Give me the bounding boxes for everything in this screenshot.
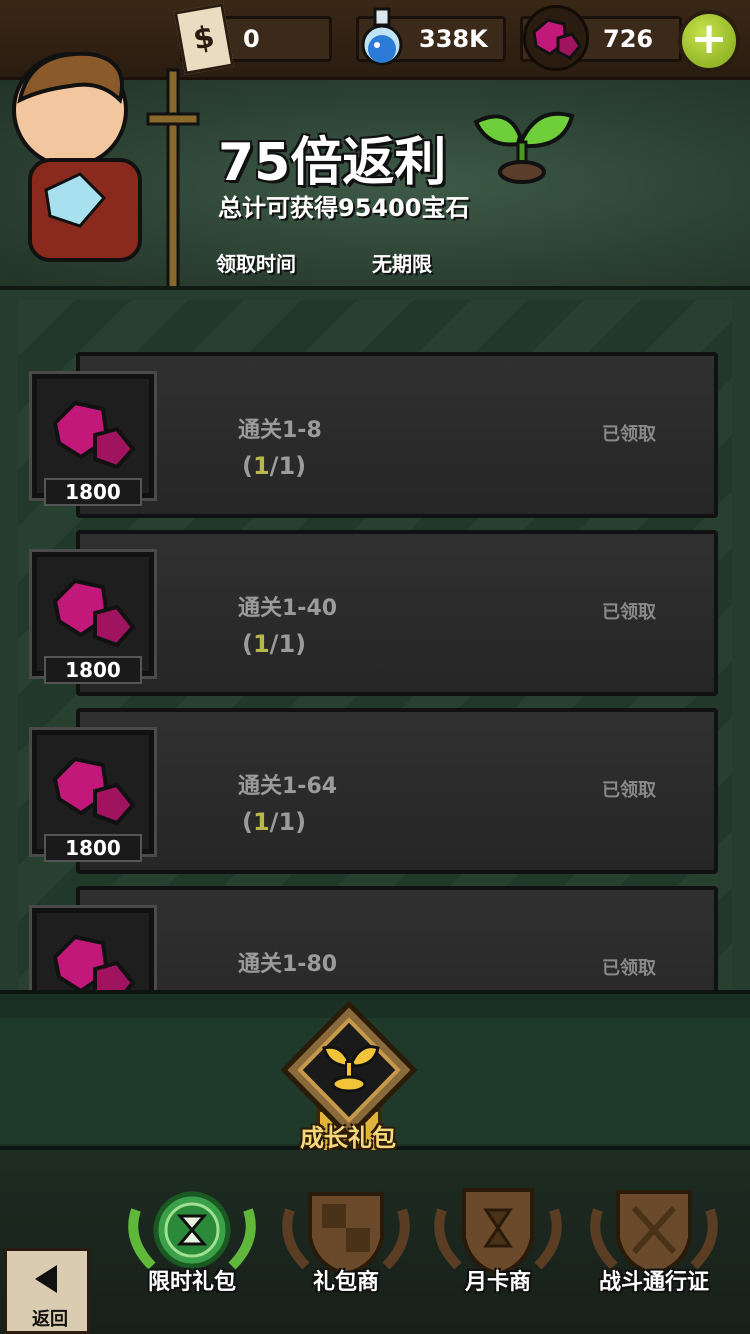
reward-progress: (1/1) (242, 630, 307, 658)
back-arrow-icon (35, 1265, 57, 1293)
potion-counter: 338K (356, 7, 506, 66)
reward-row: 通关1-80 已领取 (0, 886, 750, 996)
nav-pack-shop-label: 礼包商 (312, 1270, 379, 1295)
nav-monthly-card[interactable]: 月卡商 (428, 1180, 568, 1320)
reward-condition: 通关1-8 (238, 418, 322, 443)
add-currency-button[interactable]: + (678, 10, 740, 72)
gem-count: 726 (603, 25, 654, 53)
claim-time-value: 无期限 (372, 252, 432, 276)
reward-amount: 1800 (44, 834, 142, 862)
reward-progress: (1/1) (242, 452, 307, 480)
reward-row: 1800 通关1-40 (1/1) 已领取 (0, 530, 750, 702)
claimed-status: 已领取 (602, 424, 656, 445)
nav-monthly-label: 月卡商 (464, 1270, 531, 1295)
reward-progress: (1/1) (242, 808, 307, 836)
back-label: 返回 (32, 1309, 68, 1330)
gem-counter: 726 (520, 5, 682, 71)
nav-limited-pack[interactable]: 限时礼包 (122, 1180, 262, 1320)
nav-pack-shop[interactable]: 礼包商 (276, 1180, 416, 1320)
hero-character-image (12, 51, 200, 290)
claim-time-label: 领取时间 (216, 252, 296, 276)
gem-icon (523, 5, 589, 71)
back-button[interactable]: 返回 (4, 1248, 90, 1334)
reward-amount: 1800 (44, 656, 142, 684)
total-reward-text: 总计可获得95400宝石 (218, 194, 470, 222)
reward-row: 1800 通关1-8 (1/1) 已领取 (0, 352, 750, 524)
reward-list-panel[interactable]: 1800 通关1-8 (1/1) 已领取 1800 通关1-40 (1/1) 已… (0, 286, 750, 996)
nav-limited-label: 限时礼包 (147, 1270, 236, 1295)
reward-condition: 通关1-64 (238, 774, 338, 799)
reward-condition: 通关1-40 (238, 596, 338, 621)
reward-amount: 1800 (44, 478, 142, 506)
nav-battle-pass[interactable]: 战斗通行证 (584, 1180, 724, 1320)
sprout-icon (473, 111, 575, 184)
gem-reward-icon (29, 905, 157, 996)
nav-battle-pass-label: 战斗通行证 (598, 1270, 709, 1295)
claimed-status: 已领取 (602, 602, 656, 623)
reward-condition: 通关1-80 (238, 952, 338, 977)
potion-icon (361, 7, 403, 66)
ticket-count: 0 (243, 25, 260, 53)
claimed-status: 已领取 (602, 958, 656, 979)
growth-pack-label: 成长礼包 (300, 1124, 396, 1152)
potion-count: 338K (419, 25, 488, 53)
page-title: 75倍返利 (218, 133, 447, 193)
reward-row: 1800 通关1-64 (1/1) 已领取 (0, 708, 750, 880)
claimed-status: 已领取 (602, 780, 656, 801)
